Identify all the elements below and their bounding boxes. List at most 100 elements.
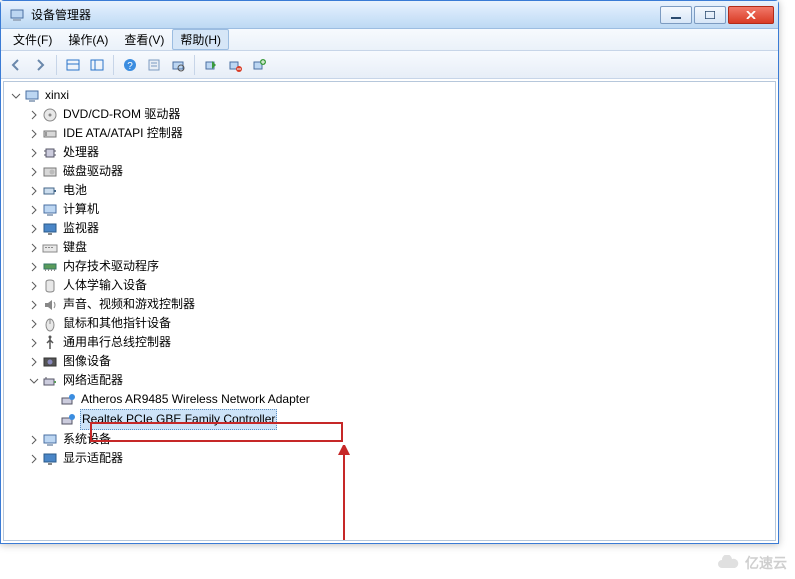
- node-label: IDE ATA/ATAPI 控制器: [62, 124, 184, 143]
- node-label: 处理器: [62, 143, 100, 162]
- properties-icon[interactable]: [143, 54, 165, 76]
- uninstall-icon[interactable]: [248, 54, 270, 76]
- enable-icon[interactable]: [200, 54, 222, 76]
- expand-icon[interactable]: [28, 242, 40, 254]
- device-manager-window: 设备管理器 文件(F) 操作(A) 查看(V) 帮助(H) ? xinxiDVD…: [0, 0, 779, 544]
- collapse-icon[interactable]: [28, 375, 40, 387]
- back-button[interactable]: [5, 54, 27, 76]
- collapse-icon[interactable]: [10, 90, 22, 102]
- svg-text:?: ?: [127, 61, 133, 72]
- device-category-icon: [42, 145, 58, 161]
- device-category-icon: [42, 297, 58, 313]
- node-label: 键盘: [62, 238, 88, 257]
- device-category-icon: [42, 221, 58, 237]
- device-tree-panel: xinxiDVD/CD-ROM 驱动器IDE ATA/ATAPI 控制器处理器磁…: [3, 81, 776, 541]
- network-adapter-icon: [60, 412, 76, 428]
- tree-node[interactable]: 显示适配器: [28, 449, 773, 468]
- expand-icon[interactable]: [28, 147, 40, 159]
- menu-file[interactable]: 文件(F): [5, 29, 60, 50]
- node-label: 人体学输入设备: [62, 276, 148, 295]
- tree-node[interactable]: 键盘: [28, 238, 773, 257]
- device-category-icon: [42, 202, 58, 218]
- device-category-icon: [42, 354, 58, 370]
- view-detail-icon[interactable]: [86, 54, 108, 76]
- expand-icon[interactable]: [28, 204, 40, 216]
- minimize-button[interactable]: [660, 6, 692, 24]
- menu-help[interactable]: 帮助(H): [172, 29, 229, 50]
- view-list-icon[interactable]: [62, 54, 84, 76]
- expand-icon[interactable]: [28, 337, 40, 349]
- tree-node[interactable]: 图像设备: [28, 352, 773, 371]
- titlebar: 设备管理器: [1, 1, 778, 29]
- expand-icon[interactable]: [28, 356, 40, 368]
- node-label: 鼠标和其他指针设备: [62, 314, 172, 333]
- node-label: 网络适配器: [62, 371, 124, 390]
- device-category-icon: [42, 373, 58, 389]
- expand-icon[interactable]: [28, 109, 40, 121]
- node-label: 通用串行总线控制器: [62, 333, 172, 352]
- device-tree[interactable]: xinxiDVD/CD-ROM 驱动器IDE ATA/ATAPI 控制器处理器磁…: [6, 86, 773, 468]
- device-category-icon: [42, 432, 58, 448]
- device-category-icon: [42, 126, 58, 142]
- expand-icon[interactable]: [28, 261, 40, 273]
- tree-root-node[interactable]: xinxi: [10, 86, 773, 105]
- node-label: 内存技术驱动程序: [62, 257, 160, 276]
- node-label: 显示适配器: [62, 449, 124, 468]
- forward-button[interactable]: [29, 54, 51, 76]
- device-category-icon: [42, 335, 58, 351]
- leaf-label: Atheros AR9485 Wireless Network Adapter: [80, 390, 311, 409]
- watermark-text: 亿速云: [745, 553, 787, 573]
- tree-node[interactable]: 网络适配器: [28, 371, 773, 390]
- expand-icon[interactable]: [28, 223, 40, 235]
- device-category-icon: [42, 107, 58, 123]
- network-adapter-icon: [60, 392, 76, 408]
- tree-node[interactable]: 内存技术驱动程序: [28, 257, 773, 276]
- tree-node[interactable]: 鼠标和其他指针设备: [28, 314, 773, 333]
- watermark: 亿速云: [715, 553, 787, 573]
- expand-icon[interactable]: [28, 318, 40, 330]
- disable-icon[interactable]: [224, 54, 246, 76]
- device-category-icon: [42, 278, 58, 294]
- tree-node[interactable]: 处理器: [28, 143, 773, 162]
- tree-node[interactable]: DVD/CD-ROM 驱动器: [28, 105, 773, 124]
- device-category-icon: [42, 259, 58, 275]
- device-category-icon: [42, 451, 58, 467]
- caption-buttons: [660, 6, 774, 24]
- maximize-button[interactable]: [694, 6, 726, 24]
- expand-icon[interactable]: [28, 128, 40, 140]
- menu-bar: 文件(F) 操作(A) 查看(V) 帮助(H): [1, 29, 778, 51]
- device-category-icon: [42, 316, 58, 332]
- node-label: 计算机: [62, 200, 100, 219]
- node-label: 磁盘驱动器: [62, 162, 124, 181]
- tree-node[interactable]: 人体学输入设备: [28, 276, 773, 295]
- toolbar: ?: [1, 51, 778, 79]
- expand-icon[interactable]: [28, 453, 40, 465]
- tree-node[interactable]: IDE ATA/ATAPI 控制器: [28, 124, 773, 143]
- device-category-icon: [42, 183, 58, 199]
- tree-leaf[interactable]: Atheros AR9485 Wireless Network Adapter: [46, 390, 773, 409]
- tree-node[interactable]: 磁盘驱动器: [28, 162, 773, 181]
- expand-icon[interactable]: [28, 280, 40, 292]
- help-icon[interactable]: ?: [119, 54, 141, 76]
- device-category-icon: [42, 240, 58, 256]
- leaf-label: Realtek PCIe GBE Family Controller: [80, 409, 277, 430]
- expand-icon[interactable]: [28, 166, 40, 178]
- expand-icon[interactable]: [28, 185, 40, 197]
- scan-icon[interactable]: [167, 54, 189, 76]
- menu-action[interactable]: 操作(A): [60, 29, 116, 50]
- node-label: 监视器: [62, 219, 100, 238]
- expand-icon[interactable]: [28, 299, 40, 311]
- tree-node[interactable]: 计算机: [28, 200, 773, 219]
- node-label: 系统设备: [62, 430, 112, 449]
- tree-node[interactable]: 监视器: [28, 219, 773, 238]
- menu-view[interactable]: 查看(V): [116, 29, 172, 50]
- tree-leaf[interactable]: Realtek PCIe GBE Family Controller: [46, 409, 773, 430]
- close-button[interactable]: [728, 6, 774, 24]
- node-label: 声音、视频和游戏控制器: [62, 295, 196, 314]
- computer-icon: [24, 88, 40, 104]
- expand-icon[interactable]: [28, 434, 40, 446]
- tree-node[interactable]: 电池: [28, 181, 773, 200]
- tree-node[interactable]: 通用串行总线控制器: [28, 333, 773, 352]
- tree-node[interactable]: 声音、视频和游戏控制器: [28, 295, 773, 314]
- tree-node[interactable]: 系统设备: [28, 430, 773, 449]
